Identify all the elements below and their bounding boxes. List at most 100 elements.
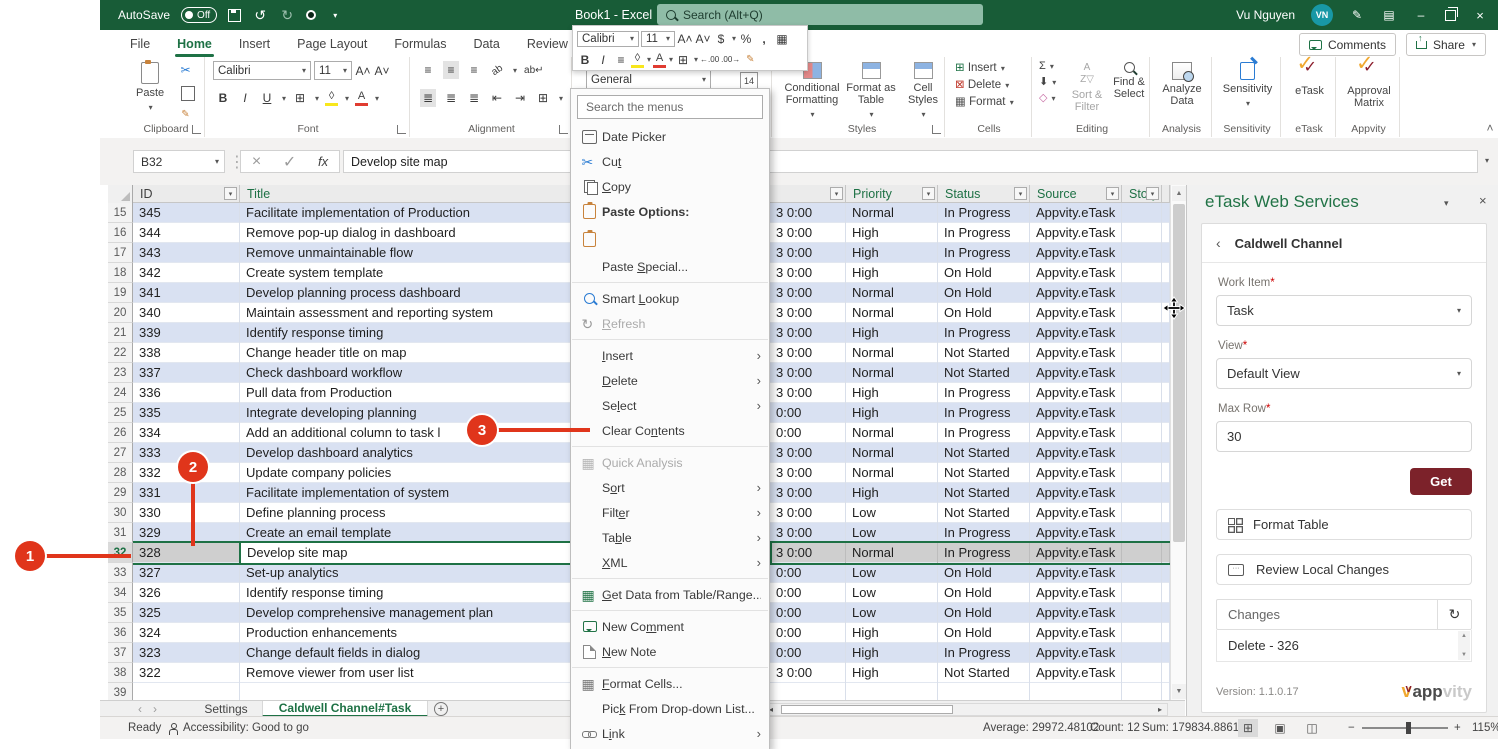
vertical-scrollbar[interactable]: ▲ ▼ <box>1170 185 1186 700</box>
cell[interactable]: 3 0:00 <box>770 283 846 303</box>
cell[interactable]: 341 <box>133 283 240 303</box>
cell[interactable] <box>938 683 1030 700</box>
cell[interactable] <box>1162 683 1170 700</box>
vertical-scroll-thumb[interactable] <box>1173 204 1185 542</box>
increase-indent-icon[interactable]: ⇥ <box>512 89 528 107</box>
cell[interactable] <box>1122 363 1162 383</box>
cell[interactable] <box>1122 323 1162 343</box>
cell[interactable] <box>1122 303 1162 323</box>
mini-currency-icon[interactable]: $ <box>713 30 729 48</box>
decrease-indent-icon[interactable]: ⇤ <box>489 89 505 107</box>
menu-item-insert[interactable]: Insert› <box>571 343 769 368</box>
mini-font-size-select[interactable]: 11▾ <box>641 31 675 47</box>
cell[interactable]: 3 0:00 <box>770 243 846 263</box>
cell[interactable]: In Progress <box>938 203 1030 223</box>
filter-icon[interactable]: ▾ <box>1014 187 1027 200</box>
decrease-font-icon[interactable]: A˅ <box>374 62 390 80</box>
mini-font-color-icon[interactable]: A <box>653 52 666 68</box>
cell[interactable]: 3 0:00 <box>770 383 846 403</box>
cell[interactable] <box>1122 543 1162 563</box>
menu-item-sort[interactable]: Sort› <box>571 475 769 500</box>
cell[interactable]: Appvity.eTask <box>1030 443 1122 463</box>
cell[interactable]: 0:00 <box>770 403 846 423</box>
cell[interactable]: 0:00 <box>770 643 846 663</box>
row-number[interactable]: 34 <box>108 583 133 603</box>
cell[interactable]: Not Started <box>938 503 1030 523</box>
paste-button[interactable]: Paste▾ <box>136 57 164 114</box>
cell[interactable]: On Hold <box>938 603 1030 623</box>
cell[interactable]: Not Started <box>938 463 1030 483</box>
page-layout-view-icon[interactable]: ▣ <box>1270 719 1290 737</box>
cell[interactable]: High <box>846 243 938 263</box>
etask-button[interactable]: ✓✓eTask <box>1283 57 1336 97</box>
column-header-sto[interactable]: Sto <box>1162 185 1170 203</box>
cell[interactable] <box>1162 603 1170 623</box>
format-as-table-button[interactable]: Format as Table▾ <box>846 57 896 121</box>
mini-increase-font-icon[interactable]: A˄ <box>677 30 693 48</box>
menu-item-smart-lookup[interactable]: Smart Lookup <box>571 286 769 311</box>
cell[interactable]: Appvity.eTask <box>1030 363 1122 383</box>
cell[interactable]: High <box>846 383 938 403</box>
cell[interactable]: In Progress <box>938 403 1030 423</box>
menu-item-link[interactable]: Link› <box>571 721 769 746</box>
zoom-level[interactable]: 115% <box>1472 717 1498 739</box>
cell[interactable] <box>1122 583 1162 603</box>
cell[interactable] <box>1122 483 1162 503</box>
cell[interactable]: High <box>846 483 938 503</box>
cell[interactable] <box>1122 443 1162 463</box>
cell[interactable] <box>1122 203 1162 223</box>
cell[interactable]: On Hold <box>938 623 1030 643</box>
cell[interactable]: Not Started <box>938 663 1030 683</box>
quick-access-chevron-icon[interactable]: ▾ <box>327 6 343 24</box>
cell[interactable] <box>770 683 846 700</box>
cell[interactable]: Appvity.eTask <box>1030 323 1122 343</box>
cell[interactable]: Normal <box>846 443 938 463</box>
italic-button[interactable]: I <box>237 89 253 107</box>
cell[interactable]: 325 <box>133 603 240 623</box>
prev-sheet-icon[interactable]: ‹ <box>138 702 142 716</box>
cell[interactable]: In Progress <box>938 543 1030 563</box>
cell[interactable] <box>1162 443 1170 463</box>
filter-icon[interactable]: ▾ <box>1146 187 1159 200</box>
close-button[interactable]: × <box>1472 6 1488 24</box>
cell[interactable]: Appvity.eTask <box>1030 463 1122 483</box>
format-cells-button[interactable]: ▦ Format ▾ <box>955 94 1014 108</box>
user-name[interactable]: Vu Nguyen <box>1236 8 1295 22</box>
underline-button[interactable]: U <box>259 89 275 107</box>
analyze-data-button[interactable]: Analyze Data <box>1152 57 1212 107</box>
cell[interactable]: High <box>846 663 938 683</box>
back-chevron-icon[interactable]: ‹ <box>1216 235 1221 251</box>
row-number[interactable]: 24 <box>108 383 133 403</box>
cell[interactable]: 3 0:00 <box>770 203 846 223</box>
cell[interactable]: Appvity.eTask <box>1030 403 1122 423</box>
cell[interactable]: In Progress <box>938 523 1030 543</box>
cell[interactable]: On Hold <box>938 583 1030 603</box>
cell[interactable]: Appvity.eTask <box>1030 663 1122 683</box>
cell[interactable] <box>1162 383 1170 403</box>
clipboard-dialog-launcher-icon[interactable] <box>192 125 201 134</box>
page-break-view-icon[interactable]: ◫ <box>1302 719 1322 737</box>
scroll-right-icon[interactable]: ▸ <box>1153 704 1167 715</box>
refresh-changes-button[interactable]: ↻ <box>1437 600 1471 629</box>
cell[interactable]: On Hold <box>938 263 1030 283</box>
cell[interactable] <box>1122 383 1162 403</box>
cell[interactable]: Appvity.eTask <box>1030 643 1122 663</box>
mini-borders-icon[interactable]: ⊞ <box>675 51 691 69</box>
cell[interactable] <box>1122 523 1162 543</box>
cell[interactable] <box>1122 563 1162 583</box>
cell[interactable]: 329 <box>133 523 240 543</box>
menu-item-table[interactable]: Table› <box>571 525 769 550</box>
cell[interactable]: Appvity.eTask <box>1030 623 1122 643</box>
cell[interactable] <box>1162 663 1170 683</box>
mini-font-family-select[interactable]: Calibri▾ <box>577 31 639 47</box>
row-number[interactable]: 22 <box>108 343 133 363</box>
sensitivity-button[interactable]: Sensitivity▾ <box>1214 57 1281 110</box>
clear-button[interactable]: ◇ ▾ <box>1039 91 1056 104</box>
cell[interactable]: 3 0:00 <box>770 343 846 363</box>
cell[interactable]: Normal <box>846 543 938 563</box>
cell[interactable]: 336 <box>133 383 240 403</box>
record-icon[interactable] <box>306 10 316 20</box>
cell[interactable]: 342 <box>133 263 240 283</box>
mini-italic-button[interactable]: I <box>595 51 611 69</box>
cell[interactable]: 334 <box>133 423 240 443</box>
